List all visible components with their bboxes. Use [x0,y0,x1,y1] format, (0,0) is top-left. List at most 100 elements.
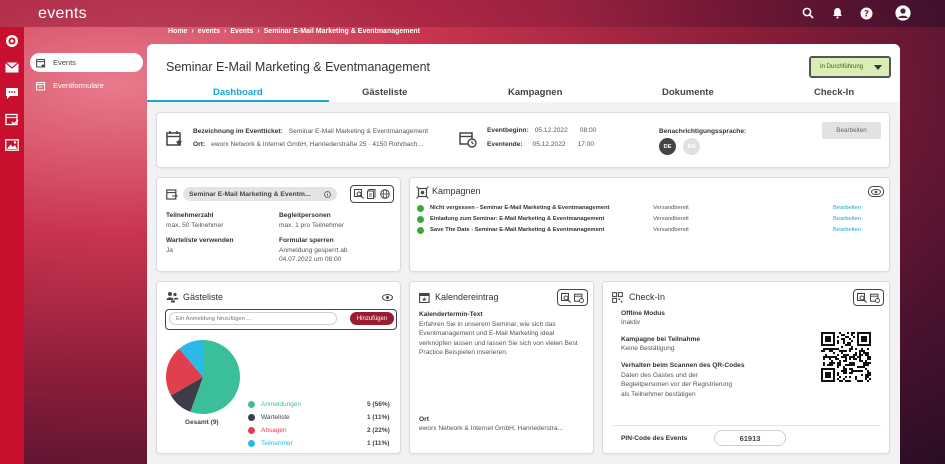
eye-icon[interactable] [868,186,884,197]
checkin-title: Check-In [629,292,666,302]
legend-swatch [248,427,255,434]
top-bar: events ? [0,0,945,27]
calendar-check-icon[interactable] [4,111,20,127]
tab-dashboard[interactable]: Dashboard [213,87,263,98]
pin-code-field[interactable]: 61913 [714,430,786,446]
search-icon[interactable] [800,5,816,21]
sperren-label: Formular sperren [279,237,334,244]
kampagne-name[interactable]: Einladung zum Seminar: E-Mail Marketing … [430,216,604,222]
brand-logo[interactable]: events [38,5,87,23]
ort-value: eworx Network & Internet GmbH, Hanrieder… [211,141,423,148]
ticket-label: Bezeichnung im Eventticket: [193,128,283,135]
qr-code-image [821,332,871,382]
pin-label: PIN-Code des Events [621,435,688,442]
lang-de-button[interactable]: DE [659,138,676,155]
tab-gaesteliste[interactable]: Gästeliste [362,87,407,98]
calendar-star-icon [36,58,46,68]
bell-icon[interactable] [829,5,845,21]
kalender-ort-value: eworx Network & Internet GmbH, Hanrieder… [419,425,564,432]
status-dot [417,216,424,223]
add-guest-input[interactable] [169,312,337,325]
legend-value: 5 (56%) [367,401,390,408]
user-avatar-icon[interactable] [895,5,911,21]
begleit-label: Begleitpersonen [279,212,331,219]
end-label: Eventende: [487,141,523,148]
status-dropdown[interactable]: In Durchführung [809,56,891,78]
app-sidebar [0,27,24,464]
kampagne-teilnahme-value: Keine Bestätigung [621,345,675,352]
edit-info-button[interactable]: Bearbeiten [822,122,881,139]
event-chip[interactable]: Seminar E-Mail Marketing & Eventm... [183,187,337,201]
chat-icon[interactable] [4,85,20,101]
mail-icon[interactable] [4,59,20,75]
active-tab-indicator [147,100,329,102]
begin-date: 05.12.2022 [534,127,568,134]
legend-swatch [248,401,255,408]
status-dot [417,205,424,212]
kalender-ort-label: Ort [419,416,429,423]
kampagnen-card: Kampagnen Nicht vergessen - Seminar E-Ma… [409,177,890,272]
legend-value: 1 (11%) [367,440,390,447]
kampagne-edit-link[interactable]: Bearbeiten [833,227,861,233]
tab-check-in[interactable]: Check-In [814,87,854,98]
lang-en-button[interactable]: EN [683,138,700,155]
calendar-form-icon [36,81,46,90]
target-icon[interactable] [4,33,20,49]
status-label: In Durchführung [820,64,864,70]
checkin-card: Check-In Offline Modus Inaktiv Kampagne … [602,281,890,454]
tab-kampagnen[interactable]: Kampagnen [508,87,562,98]
pie-total-label: Gesamt (9) [185,419,219,426]
gaesteliste-card: Gästeliste Hinzufügen Gesamt (9) Anmeldu… [156,281,401,454]
kampagne-name[interactable]: Save The Date - Seminar E-Mail Marketing… [430,227,604,233]
kampagnen-title: Kampagnen [432,186,481,196]
calendar-settings-icon[interactable] [574,293,584,303]
kalender-text-value: Erfahren Sie in unserem Seminar, wie sic… [419,321,578,357]
end-date: 05.12.2022 [532,141,566,148]
chevron-down-icon [874,64,882,70]
checkin-settings-icon[interactable] [870,293,880,303]
legend-swatch [248,414,255,421]
image-icon[interactable] [4,137,20,153]
breadcrumb-current: Seminar E-Mail Marketing & Eventmanageme… [263,28,421,35]
copy-document-icon[interactable] [367,189,377,199]
offline-label: Offline Modus [621,310,665,317]
zoom-icon[interactable] [857,292,867,303]
breadcrumb-events-app[interactable]: events [198,28,220,35]
zoom-icon[interactable] [354,189,364,199]
scan-label: Verhalten beim Scannen des QR-Codes [621,362,745,369]
kampagne-edit-link[interactable]: Bearbeiten [833,216,861,222]
globe-icon[interactable] [380,189,390,199]
help-icon[interactable]: ? [858,5,874,21]
kalender-actions-group [557,289,588,306]
main-panel: Seminar E-Mail Marketing & Eventmanageme… [147,44,900,464]
warteliste-label: Warteliste verwenden [166,237,234,244]
add-guest-group: Hinzufügen [165,309,397,330]
begin-time: 08:00 [579,127,597,134]
zoom-icon[interactable] [561,292,571,303]
breadcrumb-chevron-icon: › [191,28,194,35]
breadcrumb-events[interactable]: Events [230,28,253,35]
breadcrumb-chevron-icon: › [223,28,227,35]
calendar-arrow-icon [166,189,178,200]
kampagne-status: Versandbereit [653,205,689,211]
breadcrumb-home[interactable]: Home [168,28,187,35]
calendar-clock-icon [459,132,477,148]
legend-value: 1 (11%) [367,414,390,421]
svg-text:?: ? [863,9,868,19]
add-guest-button[interactable]: Hinzufügen [350,312,394,325]
kampagne-teilnahme-label: Kampagne bei Teilnahme [621,336,701,343]
status-dot [417,227,424,234]
kampagne-name[interactable]: Nicht vergessen - Seminar E-Mail Marketi… [430,205,609,211]
qr-code-icon [612,292,623,303]
subnav-item-eventformulare[interactable]: Eventformulare [30,76,143,95]
subnav-item-events[interactable]: Events [30,53,143,72]
kampagne-edit-link[interactable]: Bearbeiten [833,205,861,211]
top-icons: ? [800,5,911,21]
info-icon [324,190,331,198]
breadcrumb: Home › events › Events › Seminar E-Mail … [168,28,420,35]
eye-icon[interactable] [379,292,395,303]
teilnehmer-value: max. 50 Teilnehmer [166,222,224,229]
subnav-item-label: Events [53,58,76,67]
begin-label: Eventbeginn: [487,127,529,134]
tab-dokumente[interactable]: Dokumente [662,87,714,98]
